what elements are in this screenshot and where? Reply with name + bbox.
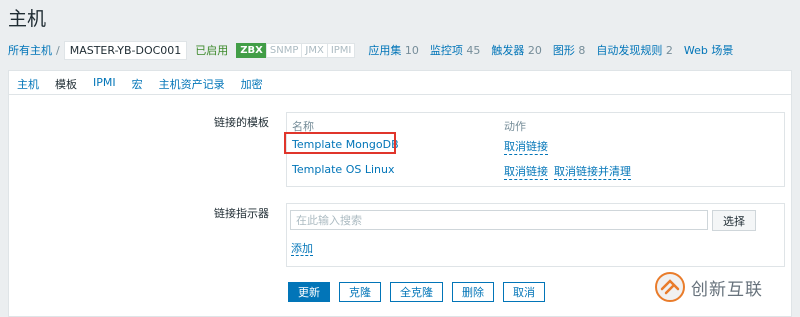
availability-badges: ZBX SNMP JMX IPMI — [236, 42, 356, 58]
host-status-enabled[interactable]: 已启用 — [195, 42, 228, 58]
breadcrumb-host-name[interactable]: MASTER-YB-DOC001 — [63, 40, 188, 60]
tab-inventory[interactable]: 主机资产记录 — [151, 71, 233, 95]
badge-snmp: SNMP — [265, 42, 303, 58]
delete-button[interactable]: 删除 — [452, 282, 494, 302]
add-link[interactable]: 添加 — [291, 242, 313, 256]
tab-templates[interactable]: 模板 — [47, 71, 85, 97]
tab-host[interactable]: 主机 — [9, 71, 47, 95]
link-new-templates-label: 链接指示器 — [214, 207, 269, 220]
nav-link-discovery-rules[interactable]: 自动发现规则 2 — [596, 42, 673, 58]
template-search-input[interactable] — [290, 210, 708, 230]
unlink-button[interactable]: 取消链接 — [504, 138, 548, 155]
template-link-os-linux[interactable]: Template OS Linux — [292, 163, 394, 176]
breadcrumb-all-hosts[interactable]: 所有主机 — [8, 42, 52, 58]
cancel-button[interactable]: 取消 — [503, 282, 545, 302]
watermark-logo: 创新互联 — [655, 265, 795, 309]
unlink-and-clear-button[interactable]: 取消链接并清理 — [554, 163, 631, 180]
linked-templates-label: 链接的模板 — [214, 116, 269, 129]
breadcrumb-separator: / — [56, 43, 60, 57]
page-title: 主机 — [8, 8, 47, 30]
table-row: Template OS Linux 取消链接 取消链接并清理 — [287, 163, 784, 181]
tab-bar: 主机 模板 IPMI 宏 主机资产记录 加密 — [8, 70, 792, 97]
nav-link-graphs[interactable]: 图形 8 — [553, 42, 586, 58]
select-button[interactable]: 选择 — [712, 210, 756, 231]
update-button[interactable]: 更新 — [288, 282, 330, 302]
full-clone-button[interactable]: 全克隆 — [390, 282, 443, 302]
tab-ipmi[interactable]: IPMI — [85, 71, 124, 95]
brand-logo-icon — [655, 272, 685, 302]
tab-encryption[interactable]: 加密 — [233, 71, 271, 95]
nav-link-applications[interactable]: 应用集 10 — [368, 42, 419, 58]
host-nav-bar: 所有主机 / MASTER-YB-DOC001 已启用 ZBX SNMP JMX… — [8, 40, 744, 60]
badge-jmx: JMX — [301, 42, 328, 58]
nav-link-triggers[interactable]: 触发器 20 — [491, 42, 542, 58]
column-header-action: 动作 — [504, 120, 526, 133]
form-actions: 更新 克隆 全克隆 删除 取消 — [288, 282, 545, 302]
clone-button[interactable]: 克隆 — [339, 282, 381, 302]
highlight-box — [284, 132, 396, 154]
tab-macros[interactable]: 宏 — [124, 71, 151, 95]
watermark-text: 创新互联 — [691, 279, 763, 300]
nav-link-items[interactable]: 监控项 45 — [430, 42, 481, 58]
unlink-button[interactable]: 取消链接 — [504, 163, 548, 180]
badge-ipmi: IPMI — [326, 42, 356, 58]
badge-zbx: ZBX — [236, 42, 267, 58]
nav-link-web-scenarios[interactable]: Web 场景 — [684, 42, 733, 58]
